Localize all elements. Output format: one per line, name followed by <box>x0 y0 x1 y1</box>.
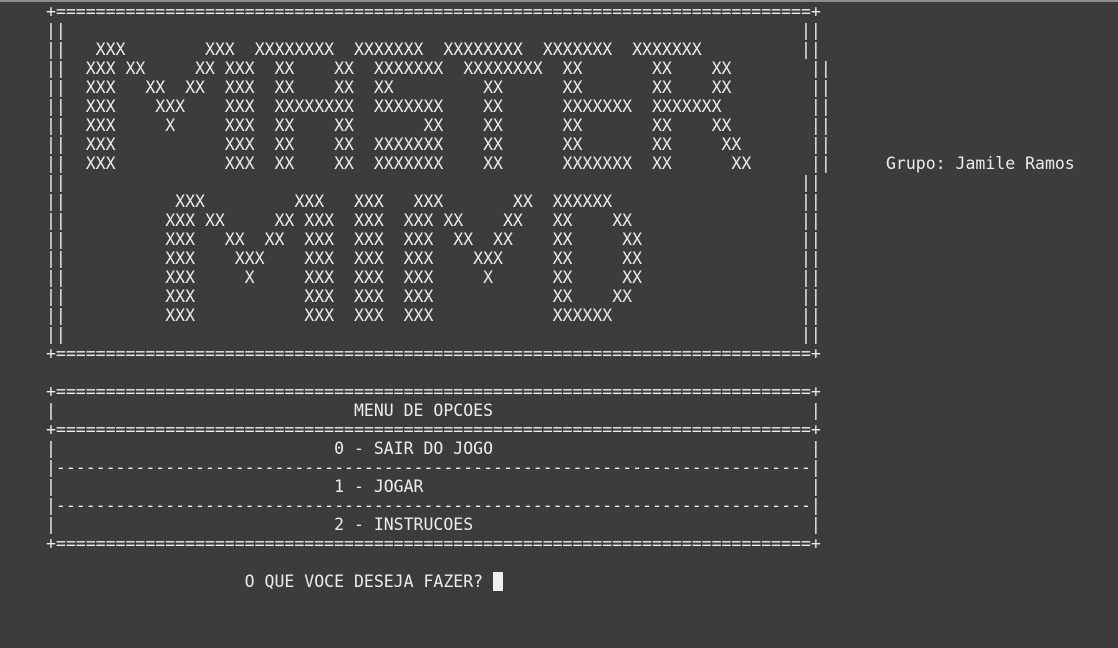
banner-art-line: || XXX XX XX XXX XXX XXX XX XX XX XX || <box>46 230 821 249</box>
menu-option-quit: | 0 - SAIR DO JOGO | <box>46 439 821 458</box>
input-prompt-row[interactable]: O QUE VOCE DESEJA FAZER? <box>46 572 831 591</box>
banner-art-line: || XXX XXX XXX XXX XX XXXXXX || <box>46 192 821 211</box>
group-label: Grupo: Jamile Ramos <box>886 154 1075 173</box>
banner-art-line: || XXX X XXX XXX XXX X XX XX || <box>46 268 821 287</box>
banner-art-line: || XXX XXX XXXXXXXX XXXXXXX XXXXXXXX XXX… <box>46 40 821 59</box>
banner-line: || || <box>46 21 821 40</box>
banner-art-line: || XXX X XXX XX XX XX XX XX XX XX || <box>46 116 831 135</box>
menu-title: | MENU DE OPCOES | <box>46 401 821 420</box>
input-prompt-label: O QUE VOCE DESEJA FAZER? <box>46 572 494 591</box>
banner-art-line: || XXX XXX XXX XXX XXXXXX || <box>46 306 821 325</box>
banner-art-line: || XXX XXX XXX XXX XX XX || <box>46 287 821 306</box>
terminal-output: +=======================================… <box>46 2 831 591</box>
menu-separator: |---------------------------------------… <box>46 458 821 477</box>
banner-art-line: || XXX XXX XXX XXXXXXXX XXXXXXX XX XXXXX… <box>46 97 831 116</box>
menu-border-bottom: +=======================================… <box>46 534 821 553</box>
banner-border-top: +=======================================… <box>46 2 821 21</box>
banner-line: || || <box>46 173 821 192</box>
menu-border-top: +=======================================… <box>46 382 821 401</box>
banner-line: || || <box>46 325 821 344</box>
menu-option-play: | 1 - JOGAR | <box>46 477 821 496</box>
banner-border-bottom: +=======================================… <box>46 344 821 363</box>
banner-art-line: || XXX XXX XXX XXX XXX XXX XX XX || <box>46 249 821 268</box>
menu-separator: |---------------------------------------… <box>46 496 821 515</box>
text-cursor[interactable] <box>493 572 504 591</box>
banner-art-line: || XXX XXX XX XX XXXXXXX XX XX XX XX || <box>46 135 831 154</box>
menu-border-mid: +=======================================… <box>46 420 821 439</box>
banner-art-line: || XXX XX XX XXX XX XX XX XX XX XX XX || <box>46 78 831 97</box>
banner-art-line: || XXX XX XX XXX XXX XXX XX XX XX XX || <box>46 211 821 230</box>
banner-art-line: || XXX XXX XX XX XXXXXXX XX XXXXXXX XX X… <box>46 154 831 173</box>
menu-option-instructions: | 2 - INSTRUCOES | <box>46 515 821 534</box>
banner-art-line: || XXX XX XX XXX XX XX XXXXXXX XXXXXXXX … <box>46 59 831 78</box>
